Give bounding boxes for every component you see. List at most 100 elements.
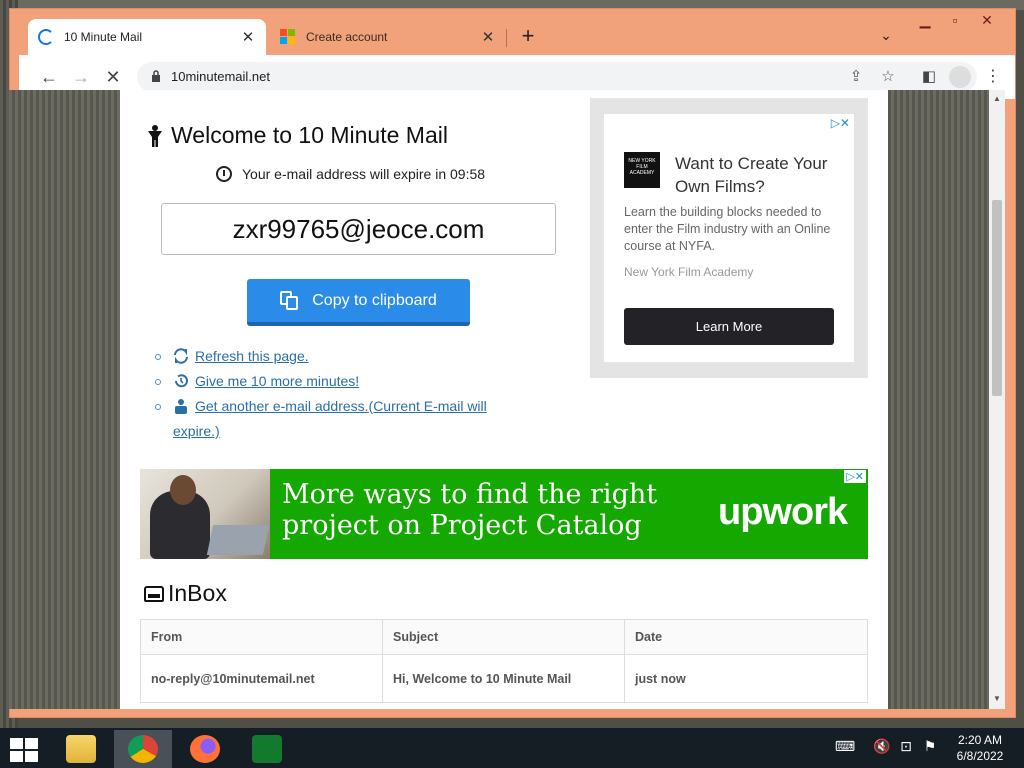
copy-to-clipboard-button[interactable]: Copy to clipboard (247, 279, 470, 326)
firefox-taskbar-button[interactable] (176, 730, 234, 768)
mail-from-cell[interactable]: no-reply@10minutemail.net (140, 654, 383, 703)
taskbar-clock[interactable]: 2:20 AM 6/8/2022 (950, 732, 1010, 764)
banner-photo (140, 469, 270, 559)
close-tab-icon[interactable]: ✕ (480, 28, 496, 46)
action-links-list: Refresh this page. Give me 10 more minut… (155, 344, 535, 444)
table-row[interactable]: no-reply@10minutemail.net Hi, Welcome to… (140, 654, 868, 703)
back-arrow-icon[interactable]: ← (37, 65, 61, 89)
notification-flag-icon[interactable]: ⚑ (920, 738, 940, 758)
keyboard-icon[interactable]: ⌨ (830, 738, 860, 758)
ad-advertiser: New York Film Academy (624, 265, 754, 279)
firefox-icon (190, 735, 220, 763)
inbox-title: InBox (168, 580, 227, 606)
bullet (155, 354, 161, 360)
inbox-heading: InBox (144, 580, 227, 607)
inbox-table: From Subject Date no-reply@10minutemail.… (140, 619, 868, 703)
tab-search-chevron-icon[interactable]: ⌄ (876, 27, 896, 47)
copy-icon (280, 290, 300, 311)
learn-more-button[interactable]: Learn More (624, 308, 834, 345)
microsoft-logo-icon (280, 29, 296, 45)
copy-button-label: Copy to clipboard (312, 291, 437, 309)
ad-headline[interactable]: Want to Create Your Own Films? (675, 152, 845, 198)
share-icon[interactable]: ⇪ (845, 66, 867, 88)
scroll-down-arrow-icon[interactable]: ▼ (992, 694, 1002, 704)
taskbar: ⌨ 🔇 ⊡ ⚑ 2:20 AM 6/8/2022 (0, 728, 1024, 768)
refresh-icon (174, 348, 188, 364)
email-address-field[interactable]: zxr99765@jeoce.com (161, 203, 556, 255)
clock-date: 6/8/2022 (956, 749, 1004, 763)
scroll-up-arrow-icon[interactable]: ▲ (992, 94, 1002, 104)
close-window-button[interactable]: ✕ (972, 9, 1002, 31)
expire-text: Your e-mail address will expire in 09:58 (242, 166, 486, 182)
maximize-button[interactable]: ▫ (940, 9, 970, 31)
table-header-row: From Subject Date (140, 619, 868, 655)
banner-text: More ways to find the right project on P… (282, 479, 658, 541)
profile-avatar-icon[interactable] (949, 66, 971, 88)
new-tab-button[interactable]: + (516, 25, 540, 49)
column-header-from: From (140, 619, 383, 655)
inbox-tray-icon (144, 585, 164, 602)
upwork-logo: upwork (718, 491, 848, 533)
clock-time: 2:20 AM (957, 733, 1003, 747)
column-header-date: Date (624, 619, 868, 655)
nyfa-logo: NEW YORK FILM ACADEMY (624, 152, 660, 188)
folder-icon (66, 735, 96, 763)
list-item: Give me 10 more minutes! (155, 369, 535, 394)
tab-strip: 10 Minute Mail ✕ Create account ✕ + ⌄ ▁ … (10, 9, 1015, 55)
laptop-figure (206, 525, 270, 555)
volume-muted-icon[interactable]: 🔇 (872, 738, 892, 758)
history-icon (175, 374, 188, 388)
lock-icon (152, 70, 160, 82)
windows-logo-icon (10, 738, 38, 762)
tab-label: 10 Minute Mail (64, 30, 143, 44)
clock-icon (216, 166, 232, 182)
list-item: Get another e-mail address.(Current E-ma… (155, 394, 535, 444)
ad-body-text: Learn the building blocks needed to ente… (624, 205, 831, 253)
scroll-thumb[interactable] (992, 200, 1002, 396)
ad-card: ▷✕ NEW YORK FILM ACADEMY Want to Create … (604, 114, 854, 362)
start-button[interactable] (0, 730, 58, 768)
bookmark-star-icon[interactable]: ☆ (877, 66, 899, 88)
tab-create-account[interactable]: Create account ✕ (270, 19, 506, 55)
stop-loading-icon[interactable]: ✕ (101, 65, 125, 89)
close-tab-icon[interactable]: ✕ (240, 28, 256, 46)
mail-date-cell[interactable]: just now (624, 654, 868, 703)
bullet (155, 404, 161, 410)
store-taskbar-button[interactable] (238, 730, 296, 768)
store-icon (252, 735, 282, 763)
more-minutes-link[interactable]: Give me 10 more minutes! (195, 373, 359, 389)
chrome-taskbar-button[interactable] (114, 730, 172, 768)
list-item: Refresh this page. (155, 344, 535, 369)
tab-10-minute-mail[interactable]: 10 Minute Mail ✕ (28, 19, 266, 55)
bullet (155, 379, 161, 385)
menu-kebab-icon[interactable]: ⋮ (985, 66, 1001, 88)
refresh-page-link[interactable]: Refresh this page. (195, 348, 309, 364)
adchoices-icon[interactable]: ▷✕ (844, 470, 866, 483)
loading-spinner-icon (38, 29, 54, 45)
forward-arrow-icon[interactable]: → (69, 65, 93, 89)
expire-notice: Your e-mail address will expire in 09:58 (216, 166, 485, 182)
address-bar[interactable]: 10minutemail.net ⇪ ☆ (137, 62, 977, 92)
new-email-link[interactable]: Get another e-mail address.(Current E-ma… (173, 398, 487, 439)
side-panel-icon[interactable]: ◧ (917, 65, 941, 89)
page-content: Welcome to 10 Minute Mail Your e-mail ad… (120, 90, 888, 709)
mail-subject-cell[interactable]: Hi, Welcome to 10 Minute Mail (382, 654, 625, 703)
chrome-icon (128, 735, 158, 763)
person-head (170, 475, 196, 505)
adchoices-icon[interactable]: ▷✕ (831, 116, 850, 130)
upwork-banner-ad[interactable]: More ways to find the right project on P… (140, 469, 868, 559)
user-icon (175, 399, 187, 414)
page-viewport: Welcome to 10 Minute Mail Your e-mail ad… (9, 90, 989, 709)
welcome-title: Welcome to 10 Minute Mail (171, 122, 448, 148)
page-title: Welcome to 10 Minute Mail (147, 122, 448, 149)
person-icon (148, 124, 162, 147)
column-header-subject: Subject (382, 619, 625, 655)
file-explorer-button[interactable] (52, 730, 110, 768)
url-text: 10minutemail.net (171, 69, 270, 84)
minimize-button[interactable]: ▁ (910, 9, 940, 31)
tab-separator (506, 29, 507, 47)
tab-label: Create account (306, 30, 388, 44)
page-scrollbar[interactable]: ▲ ▼ (989, 90, 1005, 709)
film-academy-ad[interactable]: ▷✕ NEW YORK FILM ACADEMY Want to Create … (590, 98, 868, 378)
network-icon[interactable]: ⊡ (896, 738, 916, 758)
